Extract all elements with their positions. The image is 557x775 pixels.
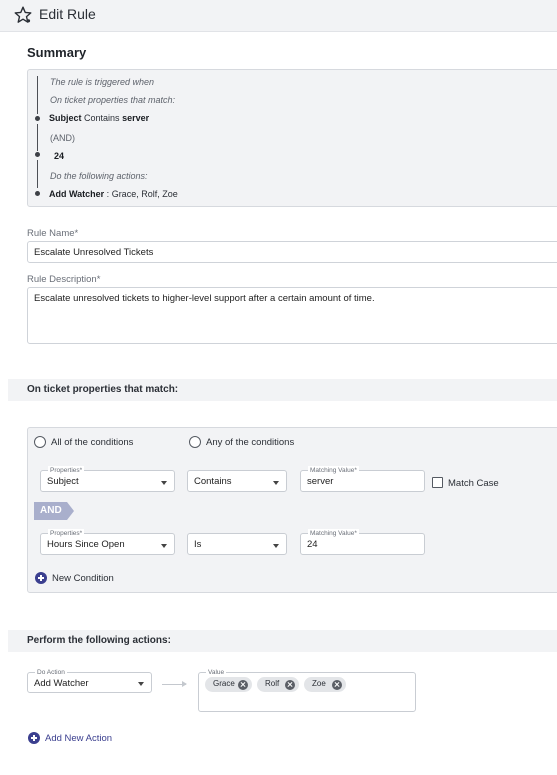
timeline-line xyxy=(37,160,38,188)
summary-action-values: Grace, Rolf, Zoe xyxy=(111,189,178,199)
summary-cond1-operator: Contains xyxy=(84,113,120,123)
condition-1-value: server xyxy=(307,476,334,487)
condition-2-property-select[interactable]: Properties* Hours Since Open xyxy=(40,529,175,555)
rule-name-input[interactable]: Escalate Unresolved Tickets xyxy=(27,241,557,263)
remove-chip-icon[interactable] xyxy=(238,679,248,690)
chevron-down-icon xyxy=(161,481,167,485)
watcher-chip-label: Rolf xyxy=(265,679,280,688)
summary-joiner: (AND) xyxy=(50,133,75,143)
properties-label: Properties* xyxy=(48,466,85,475)
add-new-action-button[interactable]: Add New Action xyxy=(45,733,112,744)
add-condition-icon[interactable] xyxy=(35,572,47,584)
conditions-section-title: On ticket properties that match: xyxy=(27,384,179,395)
condition-2-operator-select[interactable]: Is xyxy=(187,533,287,555)
rule-description-textarea[interactable]: Escalate unresolved tickets to higher-le… xyxy=(27,287,557,344)
summary-cond1-value: server xyxy=(122,113,150,123)
summary-condition-1: Subject Contains server xyxy=(49,113,149,123)
arrow-right-icon xyxy=(182,681,187,687)
summary-action-name: Add Watcher xyxy=(49,189,105,199)
condition-1-operator-value: Contains xyxy=(194,476,232,487)
timeline-line xyxy=(37,124,38,151)
chevron-down-icon xyxy=(273,544,279,548)
summary-action-sep: : xyxy=(104,189,112,199)
remove-chip-icon[interactable] xyxy=(332,679,342,690)
condition-2-value: 24 xyxy=(307,539,318,550)
summary-do-actions: Do the following actions: xyxy=(50,171,148,181)
condition-2-property-value: Hours Since Open xyxy=(47,539,125,550)
star-icon[interactable] xyxy=(13,5,33,25)
top-bar: Edit Rule xyxy=(0,0,557,32)
watcher-chip-label: Grace xyxy=(213,679,235,688)
any-conditions-radio[interactable] xyxy=(189,436,201,448)
match-case-label[interactable]: Match Case xyxy=(448,478,499,489)
do-action-select[interactable]: Do Action Add Watcher xyxy=(27,668,152,693)
summary-panel xyxy=(27,69,557,207)
matching-value-label: Matching Value* xyxy=(308,466,359,475)
watcher-chip: Zoe xyxy=(304,677,346,692)
chevron-down-icon xyxy=(273,481,279,485)
new-condition-button[interactable]: New Condition xyxy=(52,573,114,584)
all-conditions-radio[interactable] xyxy=(34,436,46,448)
conditions-section-header: On ticket properties that match: xyxy=(8,379,557,401)
condition-1-property-select[interactable]: Properties* Subject xyxy=(40,466,175,492)
do-action-value: Add Watcher xyxy=(34,678,89,689)
match-case-checkbox[interactable] xyxy=(432,477,443,488)
rule-name-label: Rule Name* xyxy=(27,228,79,239)
chevron-down-icon xyxy=(138,682,144,686)
properties-label: Properties* xyxy=(48,529,85,538)
condition-1-operator-select[interactable]: Contains xyxy=(187,470,287,492)
summary-condition-2: 24 xyxy=(54,151,64,161)
watcher-chip: Grace xyxy=(205,677,252,692)
all-conditions-label[interactable]: All of the conditions xyxy=(51,437,133,448)
actions-section-header: Perform the following actions: xyxy=(8,630,557,652)
timeline-dot xyxy=(35,152,40,157)
add-action-icon[interactable] xyxy=(28,732,40,744)
condition-2-operator-value: Is xyxy=(194,539,202,550)
chevron-down-icon xyxy=(161,544,167,548)
summary-action: Add Watcher : Grace, Rolf, Zoe xyxy=(49,189,178,199)
summary-title: Summary xyxy=(27,45,87,60)
value-label: Value xyxy=(206,668,227,677)
summary-on-ticket: On ticket properties that match: xyxy=(50,95,176,105)
timeline-line xyxy=(37,76,38,114)
do-action-label: Do Action xyxy=(35,668,67,677)
any-conditions-label[interactable]: Any of the conditions xyxy=(206,437,294,448)
actions-section-title: Perform the following actions: xyxy=(27,635,171,646)
timeline-dot xyxy=(35,116,40,121)
rule-description-label: Rule Description* xyxy=(27,274,101,285)
summary-triggered: The rule is triggered when xyxy=(50,77,155,87)
page-title: Edit Rule xyxy=(39,6,96,22)
conditions-panel xyxy=(27,427,557,593)
condition-1-property-value: Subject xyxy=(47,476,79,487)
remove-chip-icon[interactable] xyxy=(285,679,295,690)
watcher-chip-label: Zoe xyxy=(312,679,326,688)
condition-2-value-input[interactable]: Matching Value* 24 xyxy=(300,529,425,555)
watcher-chip: Rolf xyxy=(257,677,299,692)
and-badge: AND xyxy=(34,502,74,520)
matching-value-label: Matching Value* xyxy=(308,529,359,538)
summary-cond1-field: Subject xyxy=(49,113,82,123)
summary-cond2-value: 24 xyxy=(54,151,65,161)
condition-1-value-input[interactable]: Matching Value* server xyxy=(300,466,425,492)
and-badge-label: AND xyxy=(40,505,62,516)
timeline-dot xyxy=(35,191,40,196)
